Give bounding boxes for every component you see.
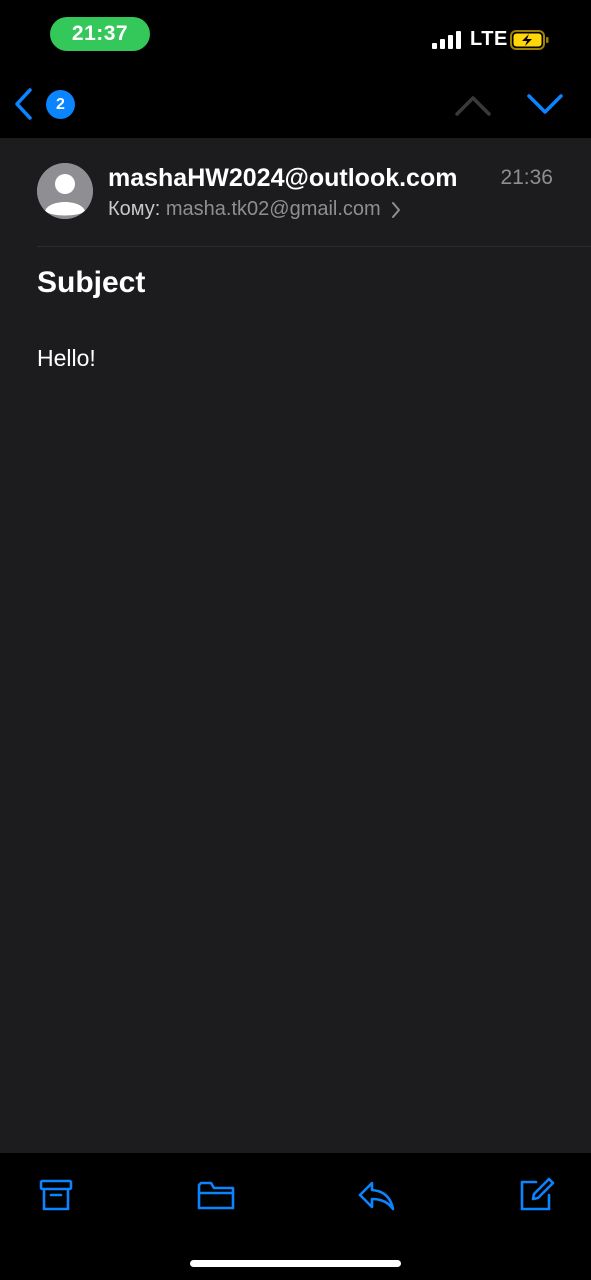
sender-avatar[interactable] bbox=[37, 163, 93, 219]
compose-icon[interactable] bbox=[516, 1175, 556, 1215]
bottom-toolbar bbox=[0, 1153, 591, 1280]
next-message-icon[interactable] bbox=[524, 88, 566, 122]
status-bar: 21:37 LTE bbox=[0, 0, 591, 70]
chevron-right-icon[interactable] bbox=[390, 200, 402, 220]
to-label: Кому: bbox=[108, 198, 161, 220]
message-time: 21:36 bbox=[500, 166, 553, 189]
move-folder-icon[interactable] bbox=[196, 1175, 236, 1215]
back-chevron-icon[interactable] bbox=[8, 84, 40, 124]
navigation-bar: 2 bbox=[0, 70, 591, 138]
header-divider bbox=[37, 246, 591, 247]
recipient-address[interactable]: masha.tk02@gmail.com bbox=[166, 198, 381, 220]
message-view: mashaHW2024@outlook.com 21:36 Кому: mash… bbox=[0, 138, 591, 1153]
previous-message-icon[interactable] bbox=[452, 88, 494, 122]
reply-icon[interactable] bbox=[356, 1175, 396, 1215]
message-subject: Subject bbox=[37, 266, 146, 299]
signal-bars-icon bbox=[432, 31, 462, 49]
network-type: LTE bbox=[470, 28, 508, 50]
battery-charging-icon bbox=[510, 30, 549, 50]
home-indicator[interactable] bbox=[190, 1260, 401, 1267]
person-icon bbox=[37, 163, 93, 219]
status-time[interactable]: 21:37 bbox=[50, 17, 150, 51]
message-body: Hello! bbox=[37, 345, 96, 371]
sender-address[interactable]: mashaHW2024@outlook.com bbox=[108, 164, 457, 193]
archive-icon[interactable] bbox=[36, 1175, 76, 1215]
recipient-line[interactable]: Кому: masha.tk02@gmail.com bbox=[108, 198, 402, 221]
unread-count-badge[interactable]: 2 bbox=[46, 90, 75, 119]
